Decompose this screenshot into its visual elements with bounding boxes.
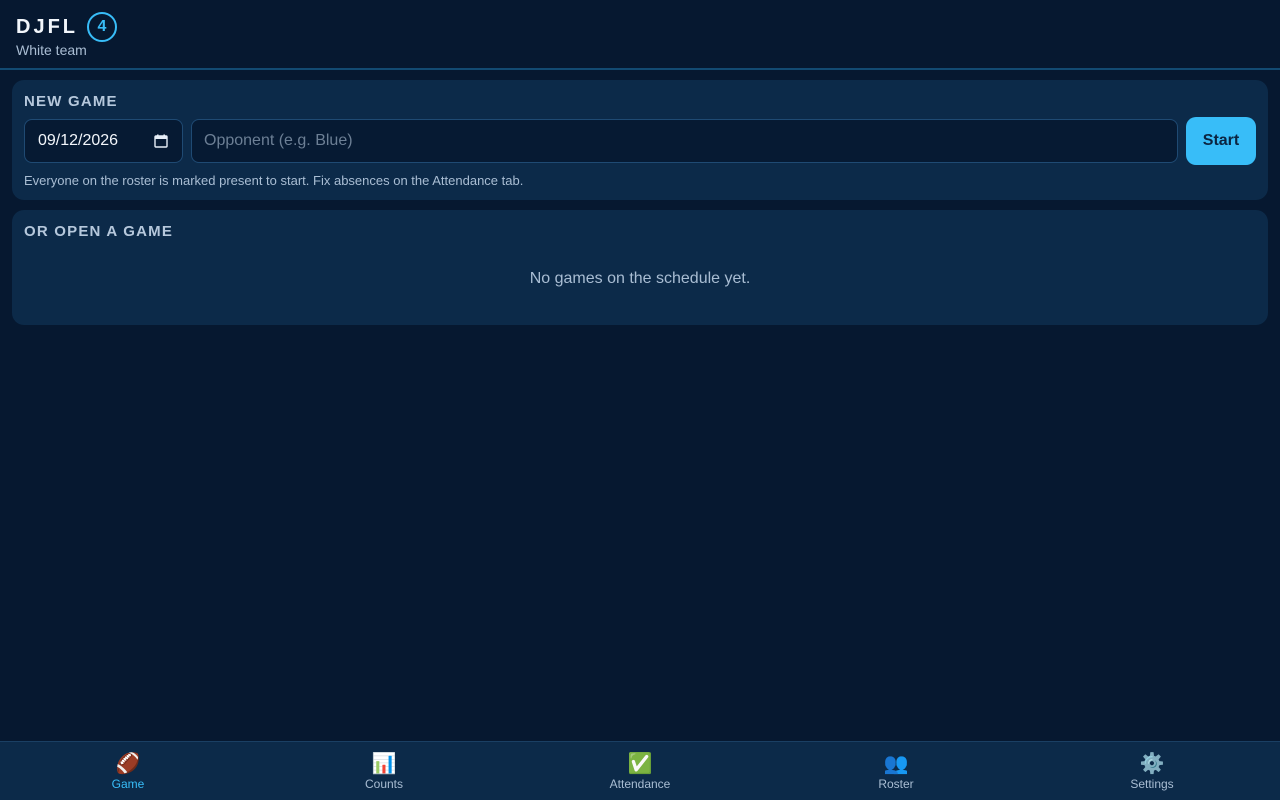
- nav-label-settings: Settings: [1130, 777, 1174, 791]
- nav-label-roster: Roster: [878, 777, 914, 791]
- app-header: DJFL 4 White team: [0, 0, 1280, 70]
- nav-item-settings[interactable]: ⚙️ Settings: [1024, 742, 1280, 800]
- start-button[interactable]: Start: [1186, 117, 1256, 165]
- team-name: White team: [16, 42, 87, 58]
- new-game-card: NEW GAME 09/12/2026 Start Everyone on th…: [12, 80, 1268, 200]
- football-icon: 🏈: [115, 753, 141, 775]
- app-root: DJFL 4 White team NEW GAME 09/12/2026 St…: [0, 0, 1280, 800]
- game-date-input[interactable]: 09/12/2026: [24, 119, 183, 163]
- nav-label-attendance: Attendance: [609, 777, 671, 791]
- new-game-hint: Everyone on the roster is marked present…: [24, 173, 524, 188]
- opponent-input[interactable]: [191, 119, 1178, 163]
- nav-item-roster[interactable]: 👥 Roster: [768, 742, 1024, 800]
- nav-item-game[interactable]: 🏈 Game: [0, 742, 256, 800]
- empty-schedule-message: No games on the schedule yet.: [529, 270, 751, 287]
- game-date-value: 09/12/2026: [38, 132, 119, 149]
- check-mark-icon: ✅: [627, 753, 653, 775]
- gear-icon: ⚙️: [1139, 753, 1165, 775]
- nav-item-attendance[interactable]: ✅ Attendance: [512, 742, 768, 800]
- nav-label-counts: Counts: [364, 777, 404, 791]
- brand-title: DJFL: [16, 15, 78, 38]
- calendar-icon[interactable]: [154, 134, 168, 148]
- nav-label-game: Game: [111, 777, 145, 791]
- brand-row: DJFL 4: [16, 12, 1264, 42]
- people-icon: 👥: [883, 753, 909, 775]
- bar-chart-icon: 📊: [371, 753, 397, 775]
- bottom-nav: 🏈 Game 📊 Counts ✅ Attendance 👥 Roster ⚙️…: [0, 741, 1280, 800]
- nav-item-counts[interactable]: 📊 Counts: [256, 742, 512, 800]
- open-game-title: OR OPEN A GAME: [24, 223, 174, 240]
- week-badge: 4: [87, 12, 117, 42]
- new-game-title: NEW GAME: [24, 93, 118, 110]
- open-game-card: OR OPEN A GAME No games on the schedule …: [12, 210, 1268, 325]
